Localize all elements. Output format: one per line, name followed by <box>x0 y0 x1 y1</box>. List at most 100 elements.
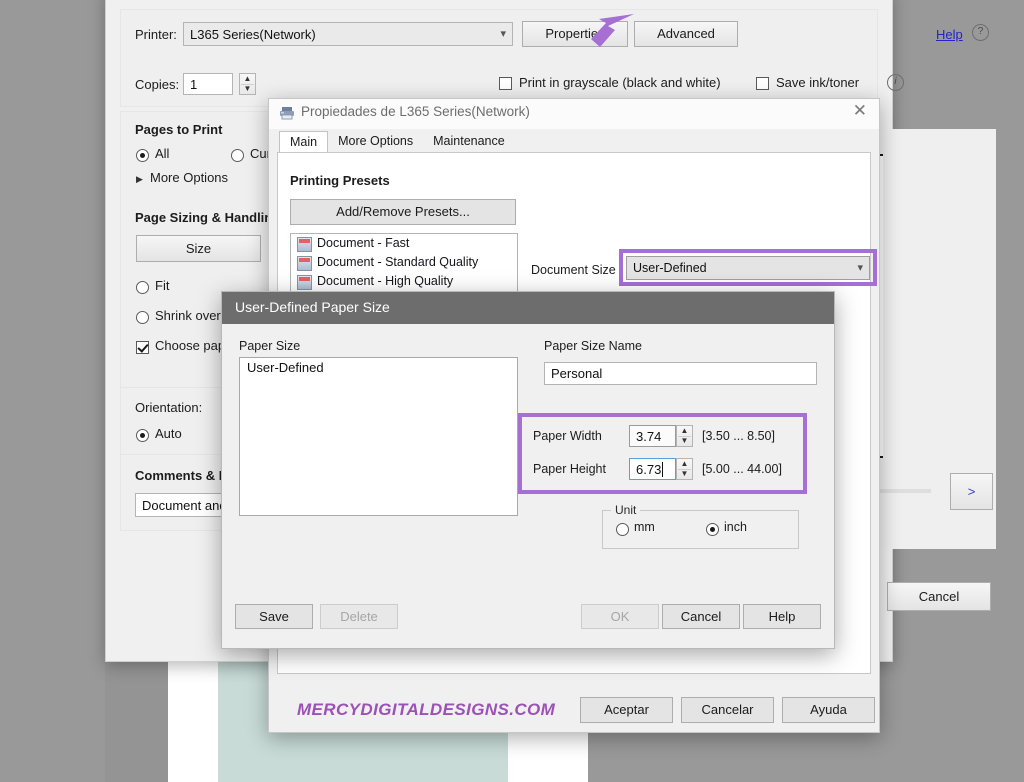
delete-button: Delete <box>320 604 398 629</box>
tab-main[interactable]: Main <box>279 131 329 153</box>
paper-width-stepper[interactable]: ▲ ▼ <box>676 425 693 447</box>
stepper-up-icon[interactable]: ▲ <box>677 426 692 436</box>
list-item[interactable]: Document - Standard Quality <box>291 253 517 272</box>
orientation-auto-label: Auto <box>155 426 182 441</box>
text-caret <box>662 462 667 477</box>
unit-inch-radio[interactable] <box>706 523 719 536</box>
printer-select[interactable]: L365 Series(Network) ▾ <box>183 22 513 46</box>
info-circle-icon[interactable]: i <box>887 74 904 91</box>
copies-stepper[interactable]: ▲ ▼ <box>239 73 256 95</box>
accept-button[interactable]: Aceptar <box>580 697 673 723</box>
stepper-down-icon[interactable]: ▼ <box>677 436 692 446</box>
chevron-down-icon: ▾ <box>500 28 506 40</box>
fit-label: Fit <box>155 278 170 293</box>
paper-size-name-input[interactable]: Personal <box>544 362 817 385</box>
list-item[interactable]: User-Defined <box>240 358 517 378</box>
ayuda-button[interactable]: Ayuda <box>782 697 875 723</box>
unit-mm-label: mm <box>634 520 655 534</box>
pages-all-radio[interactable] <box>136 149 149 162</box>
paper-height-label: Paper Height <box>533 462 606 476</box>
stepper-up-icon[interactable]: ▲ <box>677 459 692 469</box>
fit-radio[interactable] <box>136 281 149 294</box>
printing-presets-header: Printing Presets <box>290 173 390 188</box>
advanced-button[interactable]: Advanced <box>634 21 738 47</box>
paper-cancel-button[interactable]: Cancel <box>662 604 740 629</box>
save-ink-label: Save ink/toner <box>776 75 860 90</box>
shrink-radio[interactable] <box>136 311 149 324</box>
pages-to-print-header: Pages to Print <box>135 122 223 137</box>
paper-size-dialog-titlebar: User-Defined Paper Size <box>222 292 834 324</box>
preview-band-gray <box>105 660 168 782</box>
size-button[interactable]: Size <box>136 235 261 262</box>
user-defined-paper-size-dialog: User-Defined Paper Size Paper Size User-… <box>221 291 835 649</box>
copies-label: Copies: <box>135 77 180 92</box>
preset-icon <box>297 237 312 252</box>
list-item[interactable]: Document - High Quality <box>291 272 517 291</box>
copies-input[interactable]: 1 <box>183 73 233 95</box>
paper-help-button[interactable]: Help <box>743 604 821 629</box>
triangle-right-icon[interactable]: ▶ <box>136 174 143 185</box>
stepper-down-icon[interactable]: ▼ <box>677 469 692 479</box>
paper-height-value: 6.73 <box>636 462 662 477</box>
paper-size-label: Paper Size <box>239 339 301 353</box>
paper-width-label: Paper Width <box>533 429 602 443</box>
presets-list[interactable]: Document - Fast Document - Standard Qual… <box>290 233 518 295</box>
stepper-up-icon[interactable]: ▲ <box>240 74 255 84</box>
paper-width-input[interactable]: 3.74 <box>629 425 676 447</box>
pages-current-radio[interactable] <box>231 149 244 162</box>
properties-window-title: Propiedades de L365 Series(Network) <box>301 104 530 119</box>
comments-header: Comments & F <box>135 468 227 483</box>
preset-icon <box>297 256 312 271</box>
paper-size-dialog-title: User-Defined Paper Size <box>235 299 390 315</box>
question-circle-icon[interactable]: ? <box>972 24 989 41</box>
paper-height-input[interactable]: 6.73 <box>629 458 676 480</box>
help-link[interactable]: Help <box>936 27 963 42</box>
pages-all-label: All <box>155 146 170 161</box>
properties-titlebar: Propiedades de L365 Series(Network) ✕ <box>269 99 879 129</box>
size-button-label: Size <box>185 241 212 256</box>
printer-label: Printer: <box>135 27 177 42</box>
grayscale-checkbox[interactable] <box>499 77 512 90</box>
paper-height-stepper[interactable]: ▲ ▼ <box>676 458 693 480</box>
tab-more-options[interactable]: More Options <box>328 131 423 153</box>
choose-paper-checkbox[interactable] <box>136 341 149 354</box>
more-options-label[interactable]: More Options <box>150 170 228 185</box>
close-icon[interactable]: ✕ <box>853 101 867 121</box>
shrink-label: Shrink oversi <box>155 308 231 323</box>
page-sizing-header: Page Sizing & Handlin <box>135 210 273 225</box>
paper-height-range: [5.00 ... 44.00] <box>702 462 782 476</box>
printer-value: L365 Series(Network) <box>190 27 316 42</box>
paper-size-list[interactable]: User-Defined <box>239 357 518 516</box>
preset-label: Document - High Quality <box>317 274 454 288</box>
unit-fieldset: Unit mm inch <box>602 503 799 549</box>
pointer-arrow-icon <box>578 12 638 54</box>
paper-size-name-label: Paper Size Name <box>544 339 642 353</box>
document-size-label: Document Size <box>531 263 616 277</box>
close-icon[interactable]: ✕ <box>868 0 882 3</box>
orientation-auto-radio[interactable] <box>136 429 149 442</box>
unit-legend: Unit <box>611 503 641 517</box>
ok-button: OK <box>581 604 659 629</box>
next-page-button[interactable]: > <box>950 473 993 510</box>
tab-maintenance[interactable]: Maintenance <box>423 131 515 153</box>
stepper-down-icon[interactable]: ▼ <box>240 84 255 94</box>
cancelar-button[interactable]: Cancelar <box>681 697 774 723</box>
list-item[interactable]: Document - Fast <box>291 234 517 253</box>
add-remove-presets-button[interactable]: Add/Remove Presets... <box>290 199 516 225</box>
save-ink-checkbox[interactable] <box>756 77 769 90</box>
properties-tabs: Main More Options Maintenance <box>279 131 515 153</box>
grayscale-label: Print in grayscale (black and white) <box>519 75 721 90</box>
preset-label: Document - Fast <box>317 236 410 250</box>
document-size-select[interactable]: User-Defined ▾ <box>626 256 870 280</box>
print-cancel-button[interactable]: Cancel <box>887 582 991 611</box>
save-button[interactable]: Save <box>235 604 313 629</box>
chevron-down-icon: ▾ <box>857 262 863 274</box>
preview-pagenav-track <box>871 489 931 493</box>
choose-paper-label: Choose pap <box>155 338 226 353</box>
print-dialog-title: Print <box>120 0 149 1</box>
document-size-value: User-Defined <box>633 261 707 275</box>
unit-mm-radio[interactable] <box>616 523 629 536</box>
watermark-text: MERCYDIGITALDESIGNS.COM <box>297 700 556 719</box>
orientation-label: Orientation: <box>135 400 203 415</box>
comments-value: Document and <box>142 498 227 513</box>
